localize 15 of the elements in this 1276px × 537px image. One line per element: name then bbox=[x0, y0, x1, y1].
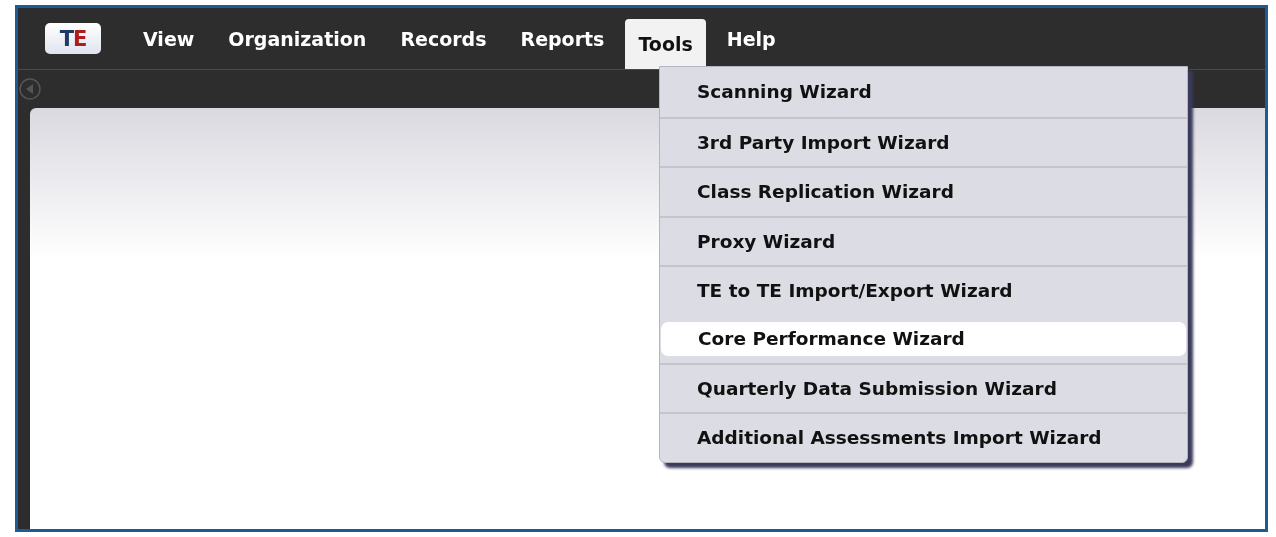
dropdown-item[interactable]: Core Performance Wizard bbox=[661, 321, 1186, 356]
dropdown-item[interactable]: 3rd Party Import Wizard bbox=[660, 116, 1187, 166]
dropdown-item[interactable]: Class Replication Wizard bbox=[660, 166, 1187, 216]
menu-item[interactable]: Organization bbox=[228, 13, 367, 64]
menu-item[interactable]: View bbox=[143, 13, 195, 64]
dropdown-item[interactable]: Additional Assessments Import Wizard bbox=[660, 412, 1187, 462]
dropdown-item[interactable]: Proxy Wizard bbox=[660, 215, 1187, 265]
menu-item[interactable]: Records bbox=[400, 13, 487, 64]
app-logo[interactable]: TE bbox=[45, 23, 101, 54]
dropdown-item[interactable]: Quarterly Data Submission Wizard bbox=[660, 362, 1187, 412]
menu-item[interactable]: Tools bbox=[625, 19, 706, 69]
menu-item[interactable]: Reports bbox=[520, 13, 605, 64]
dropdown-item[interactable]: TE to TE Import/Export Wizard bbox=[660, 265, 1187, 315]
menu-item[interactable]: Help bbox=[726, 13, 776, 64]
dropdown-item[interactable]: Scanning Wizard bbox=[660, 67, 1187, 117]
